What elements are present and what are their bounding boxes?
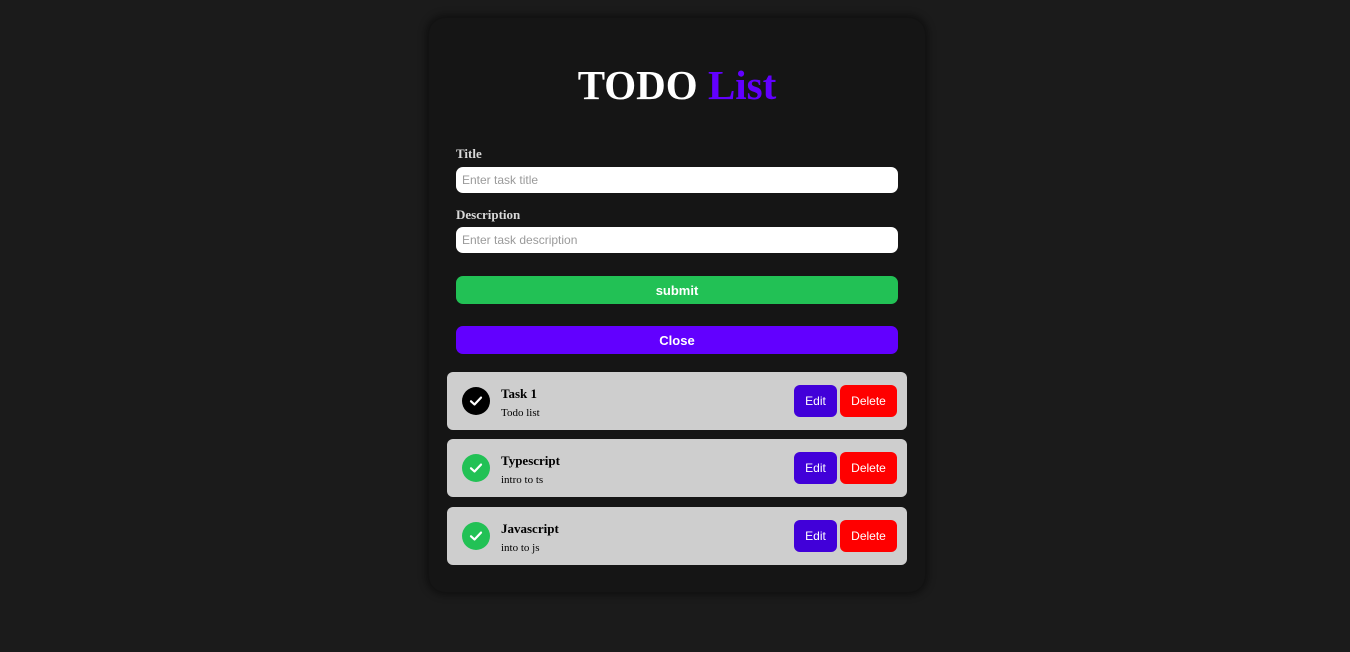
title-main: TODO: [577, 62, 698, 108]
check-circle-icon[interactable]: [462, 522, 490, 550]
task-item: Javascript into to js Edit Delete: [447, 507, 907, 565]
edit-button[interactable]: Edit: [794, 385, 837, 417]
description-input[interactable]: [456, 227, 898, 253]
edit-button[interactable]: Edit: [794, 452, 837, 484]
task-item: Task 1 Todo list Edit Delete: [447, 372, 907, 430]
task-description: Todo list: [501, 407, 540, 419]
delete-button[interactable]: Delete: [840, 385, 897, 417]
edit-button[interactable]: Edit: [794, 520, 837, 552]
task-title: Task 1: [501, 386, 538, 401]
delete-button[interactable]: Delete: [840, 452, 897, 484]
task-description: intro to ts: [501, 474, 544, 486]
todo-card: TODO List Title Description submit Close…: [429, 18, 925, 592]
task-item: Typescript intro to ts Edit Delete: [447, 439, 907, 497]
delete-button[interactable]: Delete: [840, 520, 897, 552]
page-title: TODO List: [429, 60, 925, 110]
submit-button[interactable]: submit: [456, 276, 898, 304]
check-circle-icon[interactable]: [462, 454, 490, 482]
task-title: Typescript: [501, 453, 560, 468]
check-circle-icon[interactable]: [462, 387, 490, 415]
title-field-label: Title: [456, 146, 482, 161]
title-input[interactable]: [456, 167, 898, 193]
task-description: into to js: [501, 542, 540, 554]
close-button[interactable]: Close: [456, 326, 898, 354]
title-accent: List: [707, 62, 777, 108]
description-field-label: Description: [456, 207, 521, 222]
task-title: Javascript: [501, 521, 559, 536]
